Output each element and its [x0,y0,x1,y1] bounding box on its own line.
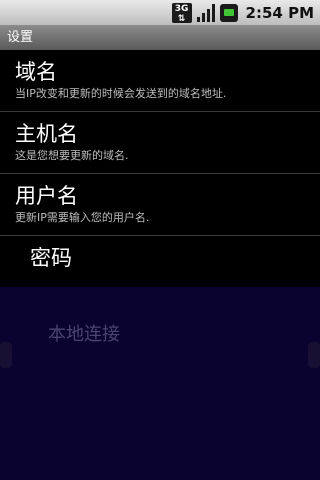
preference-summary: 当IP改变和更新的时候会发送到的域名地址. [15,87,227,100]
preference-summary: 更新IP需要输入您的用户名. [15,211,150,224]
preference-username[interactable]: 用户名 更新IP需要输入您的用户名. [0,174,320,236]
preference-title: 用户名 [15,184,78,208]
signal-strength-icon [196,3,216,23]
preference-hostname[interactable]: 主机名 这是您想要更新的域名. [0,112,320,174]
preference-title: 密码 [30,246,72,270]
right-edge-handle [308,342,320,368]
dimmed-overlay [0,287,320,480]
clock: 2:54 PM [245,3,314,22]
preference-summary: 这是您想要更新的域名. [15,149,129,162]
local-connection-label: 本地连接 [48,324,120,345]
3g-data-icon: 3G ⇅ [171,2,192,24]
preference-title: 域名 [15,60,57,84]
left-edge-handle [0,342,12,368]
page-title: 设置 [0,25,320,50]
preference-title: 主机名 [15,122,78,146]
battery-icon [219,3,238,22]
status-bar: 3G ⇅ 2:54 PM [0,0,320,25]
preference-list: 域名 当IP改变和更新的时候会发送到的域名地址. 主机名 这是您想要更新的域名.… [0,50,320,282]
network-label: 3G [174,3,189,14]
preference-domain[interactable]: 域名 当IP改变和更新的时候会发送到的域名地址. [0,50,320,112]
preference-password[interactable]: 密码 [0,236,320,282]
